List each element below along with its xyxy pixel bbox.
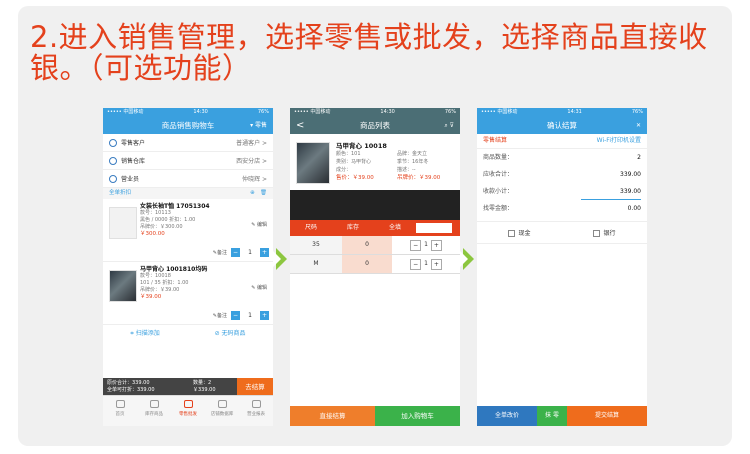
plus-button[interactable]: + [260, 311, 269, 320]
quantity-stepper[interactable]: −1 + [392, 236, 460, 254]
round-off-button[interactable]: 抹 零 [537, 406, 567, 426]
customer-row[interactable]: 零售客户 普通客户 > [103, 134, 273, 152]
back-button[interactable]: < [296, 117, 304, 134]
discount-section[interactable]: 全单折扣 ⊕ 🗑 [103, 188, 273, 199]
item-price: ￥39.00 [140, 294, 162, 300]
tab-reports[interactable]: 营业报表 [239, 396, 273, 426]
minus-button[interactable]: − [231, 248, 240, 257]
note-button[interactable]: ✎备注 [213, 249, 227, 256]
screen-title: 确认结算 [547, 121, 577, 130]
plus-button[interactable]: + [260, 248, 269, 257]
note-button[interactable]: ✎备注 [213, 312, 227, 319]
page-heading: 2.进入销售管理，选择零售或批发，选择商品直接收银。（可选功能） [30, 20, 708, 85]
submit-checkout-button[interactable]: 提交结算 [567, 406, 647, 426]
mode-dropdown[interactable]: ▾ 零售 [250, 117, 267, 134]
totals-bar: 原价合计：339.00 全单可打折：339.00 数量：2 ￥339.00 去结… [103, 378, 273, 396]
battery: 76% [257, 109, 269, 115]
cart-item: 女装长袖T恤 17051304 款号：10113 黑色 / 0000 折扣：1.… [103, 199, 273, 262]
product-thumbnail [109, 270, 137, 302]
checkbox-icon [508, 230, 516, 237]
box-icon [149, 400, 159, 408]
change-row: 找零金额： 0.00 [483, 205, 641, 212]
product-detail: 马甲背心 10018 颜色：101 品牌：金天立 类别：马甲背心 季节：16年冬 成… [290, 134, 460, 190]
close-icon[interactable]: ✕ [636, 117, 641, 134]
no-barcode-button[interactable]: ⊘ 无码商品 [215, 328, 246, 338]
cash-checkbox[interactable]: 现金 [508, 228, 531, 237]
tab-store-db[interactable]: 店铺数据库 [205, 396, 239, 426]
product-name: 马甲背心 10018 [336, 142, 387, 150]
clerk-icon [109, 174, 117, 183]
size-row: 35 0 −1 + [290, 236, 460, 255]
tab-home[interactable]: 首页 [103, 396, 137, 426]
fill-all-input[interactable] [416, 223, 452, 233]
bottom-actions: 全单改价 抹 零 提交结算 [477, 406, 647, 426]
cart-icon [183, 400, 193, 408]
received-input[interactable]: 339.00 [581, 183, 641, 200]
database-icon [217, 400, 227, 408]
carrier: ••••• 中国移动 [107, 109, 144, 115]
search-filter-icons[interactable]: ⌕ ⊽ [444, 117, 454, 134]
add-delete-icons[interactable]: ⊕ 🗑 [250, 188, 267, 199]
quantity-stepper[interactable]: ✎备注 − 1 + [213, 311, 269, 320]
received-row[interactable]: 收款小计： 339.00 [477, 183, 647, 200]
product-list-screen: ••••• 中国移动 14:30 76% < 商品列表 ⌕ ⊽ 马甲背心 100… [290, 108, 460, 426]
checkbox-icon [593, 230, 601, 237]
next-arrow-icon [460, 248, 474, 270]
quantity-stepper[interactable]: −1 + [392, 255, 460, 273]
tab-bar: 首页 库存商品 零售批发 店铺数据库 营业报表 [103, 395, 273, 426]
scan-add-button[interactable]: ⌗ 扫描添加 [130, 328, 159, 338]
tab-stock[interactable]: 库存商品 [137, 396, 171, 426]
order-discount-button[interactable]: 全单改价 [477, 406, 537, 426]
status-bar: ••••• 中国移动 14:31 76% [477, 108, 647, 117]
checkout-section: 零售结算 Wi-Fi打印机设置 [477, 134, 647, 149]
cart-item: 马甲背心 1001810均码 款号：10018 101 / 35 折扣：1.00… [103, 262, 273, 325]
product-thumbnail [109, 207, 137, 239]
bank-checkbox[interactable]: 银行 [593, 228, 616, 237]
add-to-cart-button[interactable]: 加入购物车 [375, 406, 460, 426]
payment-methods: 现金 银行 [477, 221, 647, 244]
product-image [296, 142, 330, 184]
image-strip [290, 190, 460, 220]
quantity-stepper[interactable]: ✎备注 − 1 + [213, 248, 269, 257]
add-actions: ⌗ 扫描添加 ⊘ 无码商品 [103, 325, 273, 341]
nav-bar: 商品销售购物车 ▾ 零售 [103, 117, 273, 134]
home-icon [115, 400, 125, 408]
screen-title: 商品列表 [360, 121, 390, 130]
warehouse-icon [109, 156, 117, 165]
status-bar: ••••• 中国移动 14:30 76% [103, 108, 273, 117]
minus-button[interactable]: − [231, 311, 240, 320]
nav-bar: < 商品列表 ⌕ ⊽ [290, 117, 460, 134]
tab-sales[interactable]: 零售批发 [171, 396, 205, 426]
item-price: ￥300.00 [140, 231, 165, 237]
checkout-screen: ••••• 中国移动 14:31 76% 确认结算 ✕ 零售结算 Wi-Fi打印… [477, 108, 647, 426]
size-header: 尺码 库存 全填 [290, 220, 460, 236]
customer-icon [109, 138, 117, 147]
screen-title: 商品销售购物车 [161, 121, 215, 130]
printer-settings-link[interactable]: Wi-Fi打印机设置 [597, 134, 641, 148]
size-row: M 0 −1 + [290, 255, 460, 274]
fill-all-button[interactable]: 全填 [374, 220, 416, 236]
next-arrow-icon [273, 248, 287, 270]
clock: 14:30 [193, 109, 208, 115]
receivable-row: 应收合计： 339.00 [483, 171, 641, 178]
chart-icon [251, 400, 261, 408]
checkout-button[interactable]: 去结算 [237, 378, 273, 396]
bottom-actions: 直接结算 加入购物车 [290, 406, 460, 426]
clerk-row[interactable]: 营业员 仲晓辉 > [103, 170, 273, 188]
status-bar: ••••• 中国移动 14:30 76% [290, 108, 460, 117]
direct-checkout-button[interactable]: 直接结算 [290, 406, 375, 426]
edit-button[interactable]: ✎ 编辑 [251, 221, 267, 228]
cart-screen: ••••• 中国移动 14:30 76% 商品销售购物车 ▾ 零售 零售客户 普通… [103, 108, 273, 426]
item-count-row: 商品数量： 2 [483, 154, 641, 161]
edit-button[interactable]: ✎ 编辑 [251, 284, 267, 291]
nav-bar: 确认结算 ✕ [477, 117, 647, 134]
warehouse-row[interactable]: 销售仓库 西安分店 > [103, 152, 273, 170]
